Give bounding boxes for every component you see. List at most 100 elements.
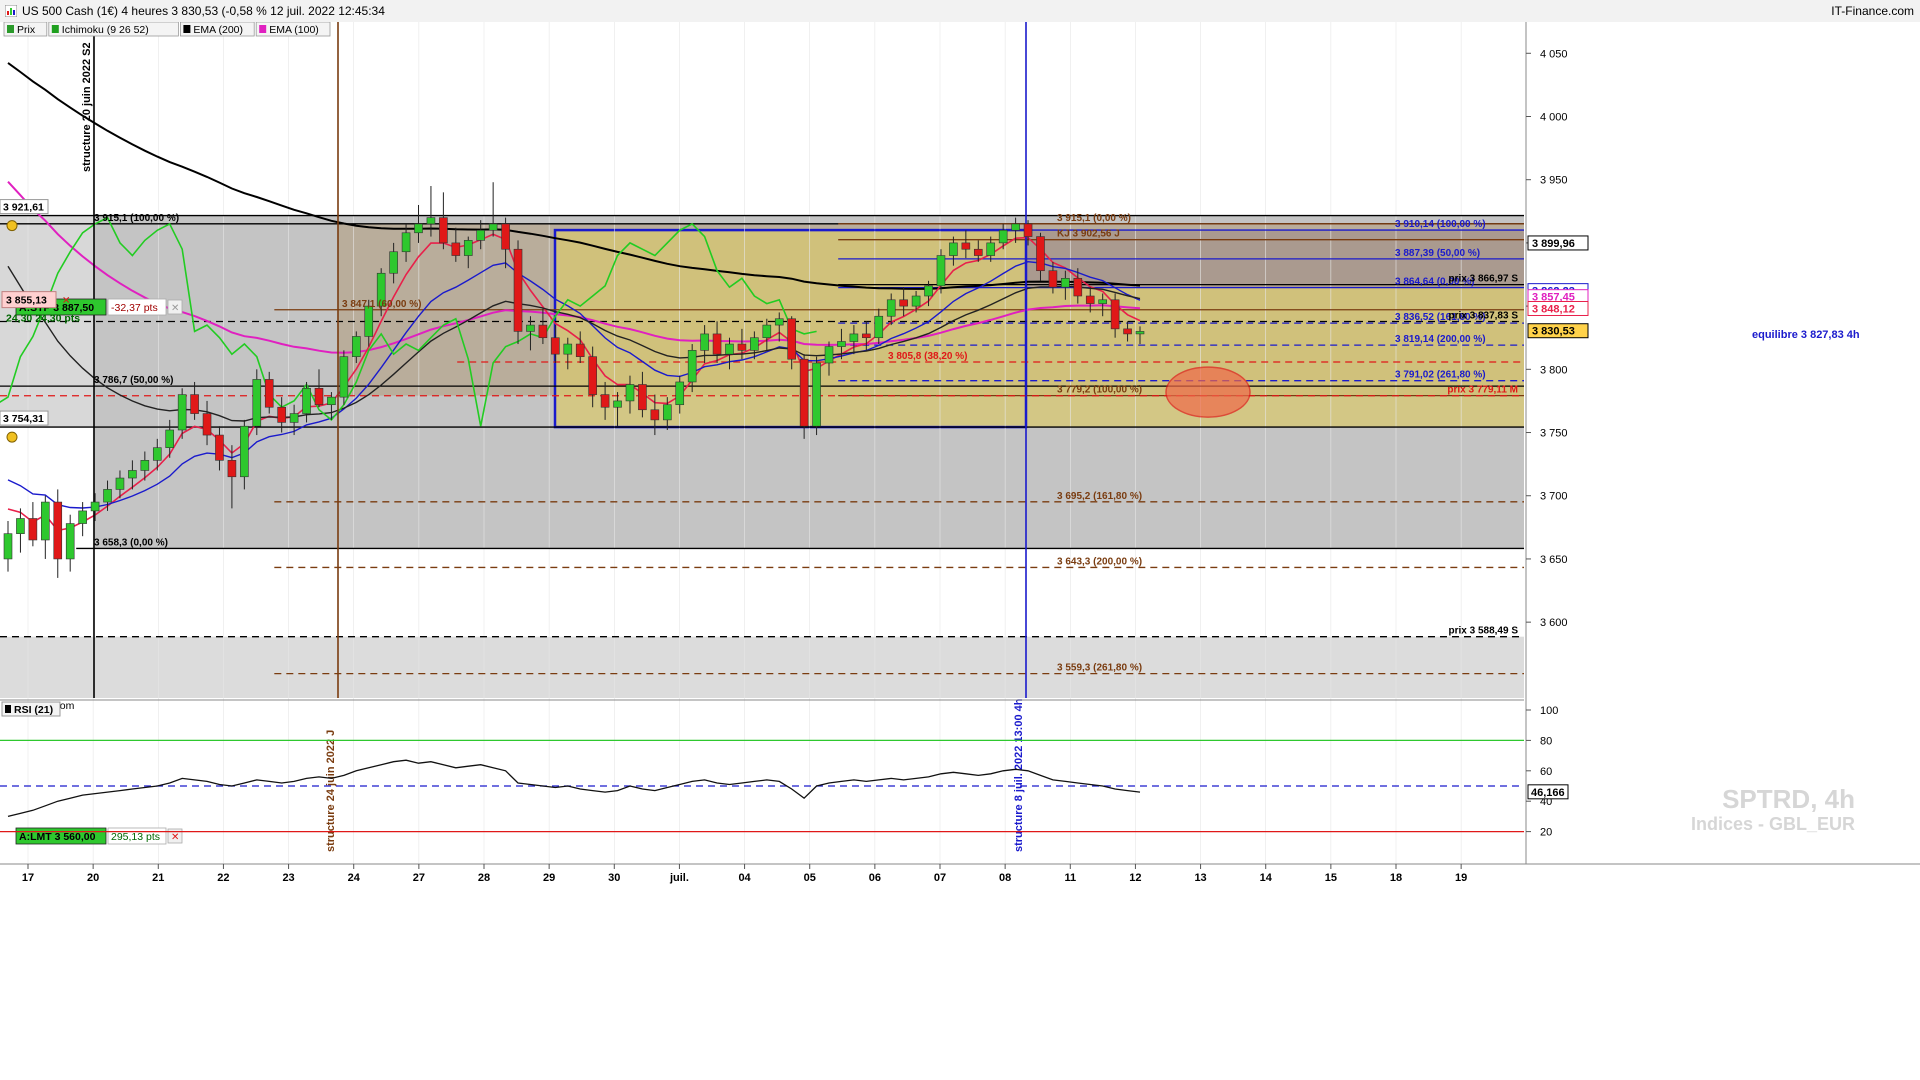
candle-body: [115, 477, 125, 490]
time-tick-label: 19: [1455, 872, 1467, 884]
candle-body: [650, 409, 660, 421]
candle-body: [737, 343, 747, 351]
chart-background: [0, 22, 1920, 1080]
candle-body: [389, 251, 398, 274]
level-label-4: 3 658,3 (0,00 %): [94, 537, 168, 548]
level-label-7: 3 779,2 (100,00 %): [1057, 385, 1142, 396]
level-label-22: 3 805,8 (38,20 %): [888, 351, 968, 362]
candle-body: [439, 217, 448, 244]
candle-body: [302, 387, 311, 414]
candle-body: [638, 384, 647, 411]
watermark-title: SPTRD, 4h: [1722, 784, 1855, 814]
candle-body: [911, 295, 921, 307]
candle-body: [128, 470, 137, 479]
candle-body: [924, 285, 933, 297]
candle-body: [949, 242, 958, 256]
watermark-subtitle: Indices - GBL_EUR: [1691, 814, 1855, 834]
candle-body: [165, 429, 175, 448]
candle-body: [103, 489, 112, 503]
candle-body: [252, 379, 262, 427]
brand-label[interactable]: IT-Finance.com: [1831, 4, 1914, 18]
time-tick-label: 28: [478, 872, 490, 884]
candle-body: [16, 518, 25, 534]
candle-body: [1085, 295, 1095, 304]
candle-body: [936, 255, 946, 287]
chart-area[interactable]: SPTRD, 4hIndices - GBL_EUR 3 921,61 3 915…: [0, 22, 1920, 1080]
candle-body: [190, 394, 199, 414]
candle-body: [65, 523, 75, 560]
rsi-tick-label: 60: [1540, 766, 1552, 778]
candle-body: [787, 318, 796, 360]
legend-label: Prix: [17, 24, 36, 36]
level-label-8: 3 695,2 (161,80 %): [1057, 491, 1142, 502]
candle-body: [152, 447, 162, 461]
level-label-16: 3 791,02 (261,80 %): [1395, 370, 1486, 381]
candle-body: [886, 299, 896, 317]
level-label-1: 3 915,1 (100,00 %): [94, 213, 179, 224]
price-tick-label: 4 050: [1540, 48, 1568, 60]
candle-body: [961, 242, 971, 250]
time-tick-label: 29: [543, 872, 555, 884]
candle-body: [849, 333, 859, 342]
candle-body: [973, 248, 983, 256]
rsi-value-label: 46,166: [1531, 787, 1565, 799]
candle-body: [725, 343, 734, 355]
candle-body: [1073, 278, 1083, 297]
order-a-lmt[interactable]: A:LMT 3 560,00 295,13 pts ✕: [15, 827, 183, 845]
candle-body: [1011, 223, 1020, 231]
level-label-11: 3 910,14 (100,00 %): [1395, 219, 1486, 230]
candle-body: [28, 518, 38, 541]
alarm-bell-icon[interactable]: [6, 220, 18, 232]
candle-body: [401, 232, 411, 253]
legend-swatch: [7, 25, 14, 33]
time-tick-label: 22: [217, 872, 229, 884]
time-tick-label: 24: [348, 872, 361, 884]
candle-body: [662, 404, 672, 421]
close-icon: ✕: [171, 832, 179, 843]
rsi-label: RSI (21): [14, 704, 53, 716]
candle-body: [90, 501, 100, 512]
candle-body: [289, 413, 299, 423]
structure-label-2: structure 8 juil. 2022 13:00 4h: [1013, 698, 1025, 852]
candle: [252, 369, 262, 436]
candle-body: [140, 460, 150, 471]
legend-label: EMA (100): [269, 24, 319, 36]
price-tick-label: 3 800: [1540, 364, 1568, 376]
candle: [799, 354, 809, 439]
candle-body: [774, 318, 784, 326]
price-tick-label: 4 000: [1540, 111, 1568, 123]
time-tick-label: 30: [608, 872, 620, 884]
candle-body: [3, 533, 13, 560]
level-label-19: prix 3 779,11 M: [1447, 385, 1518, 396]
candle-body: [1110, 299, 1120, 330]
candle-body: [513, 248, 523, 332]
window-titlebar: US 500 Cash (1€) 4 heures 3 830,53 (-0,5…: [0, 0, 1920, 23]
order-price: A:LMT 3 560,00: [19, 831, 96, 843]
time-tick-label: 11: [1064, 872, 1076, 884]
level-label-5: 3 915,1 (0,00 %): [1057, 213, 1131, 224]
target-ellipse: [1165, 366, 1251, 418]
price-tick-label: 3 950: [1540, 175, 1568, 187]
candle-body: [314, 387, 324, 406]
order-pts: -32,37 pts: [111, 302, 158, 314]
candle-body: [364, 305, 374, 337]
candle-body: [899, 299, 908, 307]
time-tick-label: 15: [1325, 872, 1337, 884]
price-badge-label: 3 830,53: [1532, 326, 1575, 338]
close-icon: ✕: [171, 303, 179, 314]
legend: Prix Ichimoku (9 26 52) EMA (200) EMA (100): [3, 22, 331, 37]
legend-label: EMA (200): [193, 24, 243, 36]
price-tick-label: 3 600: [1540, 617, 1568, 629]
alarm-bell-icon[interactable]: [6, 431, 18, 443]
legend-swatch: [183, 25, 191, 33]
candle-body: [874, 315, 884, 339]
candle-body: [501, 223, 510, 250]
candle-body: [215, 434, 224, 461]
time-tick-label: 14: [1260, 872, 1273, 884]
candle-body: [1123, 328, 1132, 335]
window-title: US 500 Cash (1€) 4 heures 3 830,53 (-0,5…: [22, 4, 385, 18]
candle-body: [799, 358, 809, 427]
level-label-20: prix 3 588,49 S: [1449, 626, 1519, 637]
candle: [812, 356, 821, 436]
candle-body: [551, 337, 560, 355]
